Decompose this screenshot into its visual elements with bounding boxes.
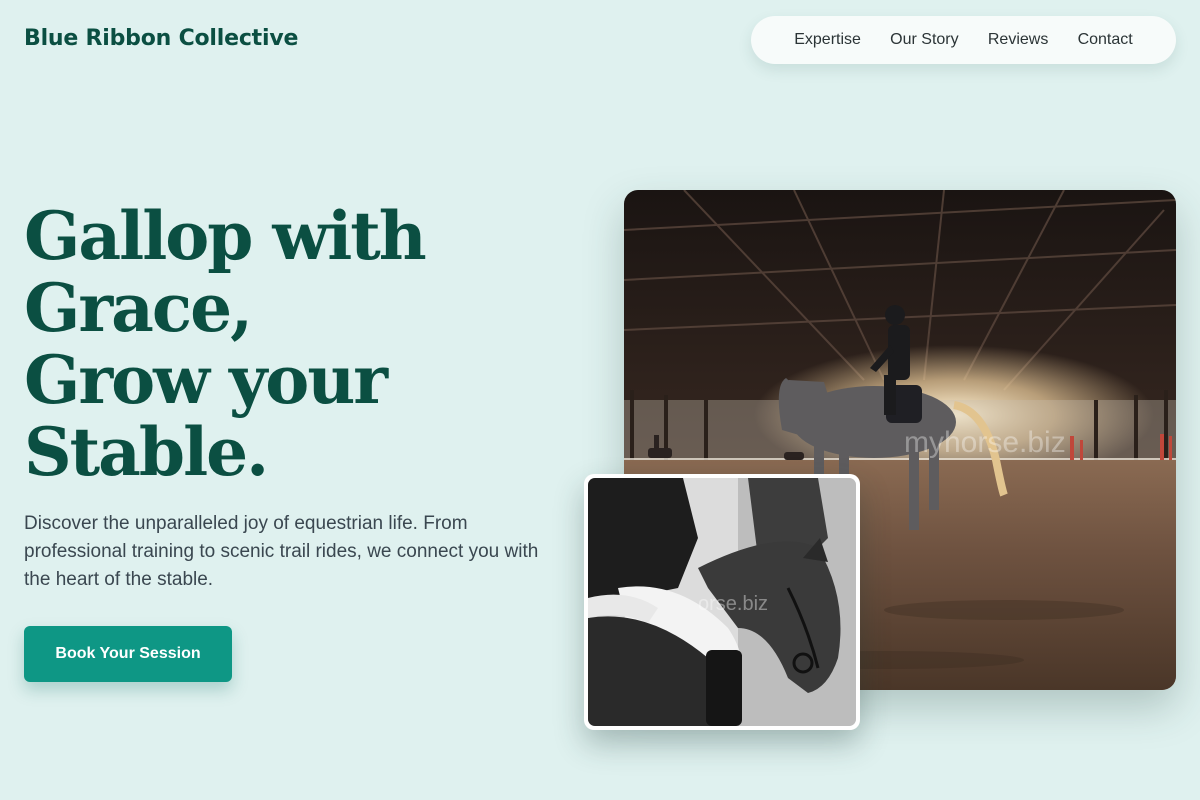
headline-line-2: Grace,: [24, 269, 253, 347]
book-session-button[interactable]: Book Your Session: [24, 626, 232, 682]
nav-link-expertise[interactable]: Expertise: [794, 31, 861, 49]
headline-line-3: Grow your: [24, 341, 388, 419]
nav-link-contact[interactable]: Contact: [1078, 31, 1133, 49]
headline-line-1: Gallop with: [24, 197, 427, 275]
nav-link-reviews[interactable]: Reviews: [988, 31, 1048, 49]
main-nav: Expertise Our Story Reviews Contact: [751, 16, 1176, 64]
brand-logo-text[interactable]: Blue Ribbon Collective: [24, 26, 298, 51]
headline-line-4: Stable.: [24, 413, 269, 491]
landing-page: Blue Ribbon Collective Expertise Our Sto…: [0, 0, 1200, 800]
inset-photo-watermark: orse.biz: [698, 593, 768, 615]
arena-photo-watermark: myhorse.biz: [904, 426, 1066, 459]
hero-headline: Gallop with Grace, Grow your Stable.: [24, 200, 544, 488]
hero-lead-text: Discover the unparalleled joy of equestr…: [24, 513, 539, 590]
rider-closeup-photo: orse.biz: [584, 474, 860, 730]
nav-link-our-story[interactable]: Our Story: [890, 31, 958, 49]
